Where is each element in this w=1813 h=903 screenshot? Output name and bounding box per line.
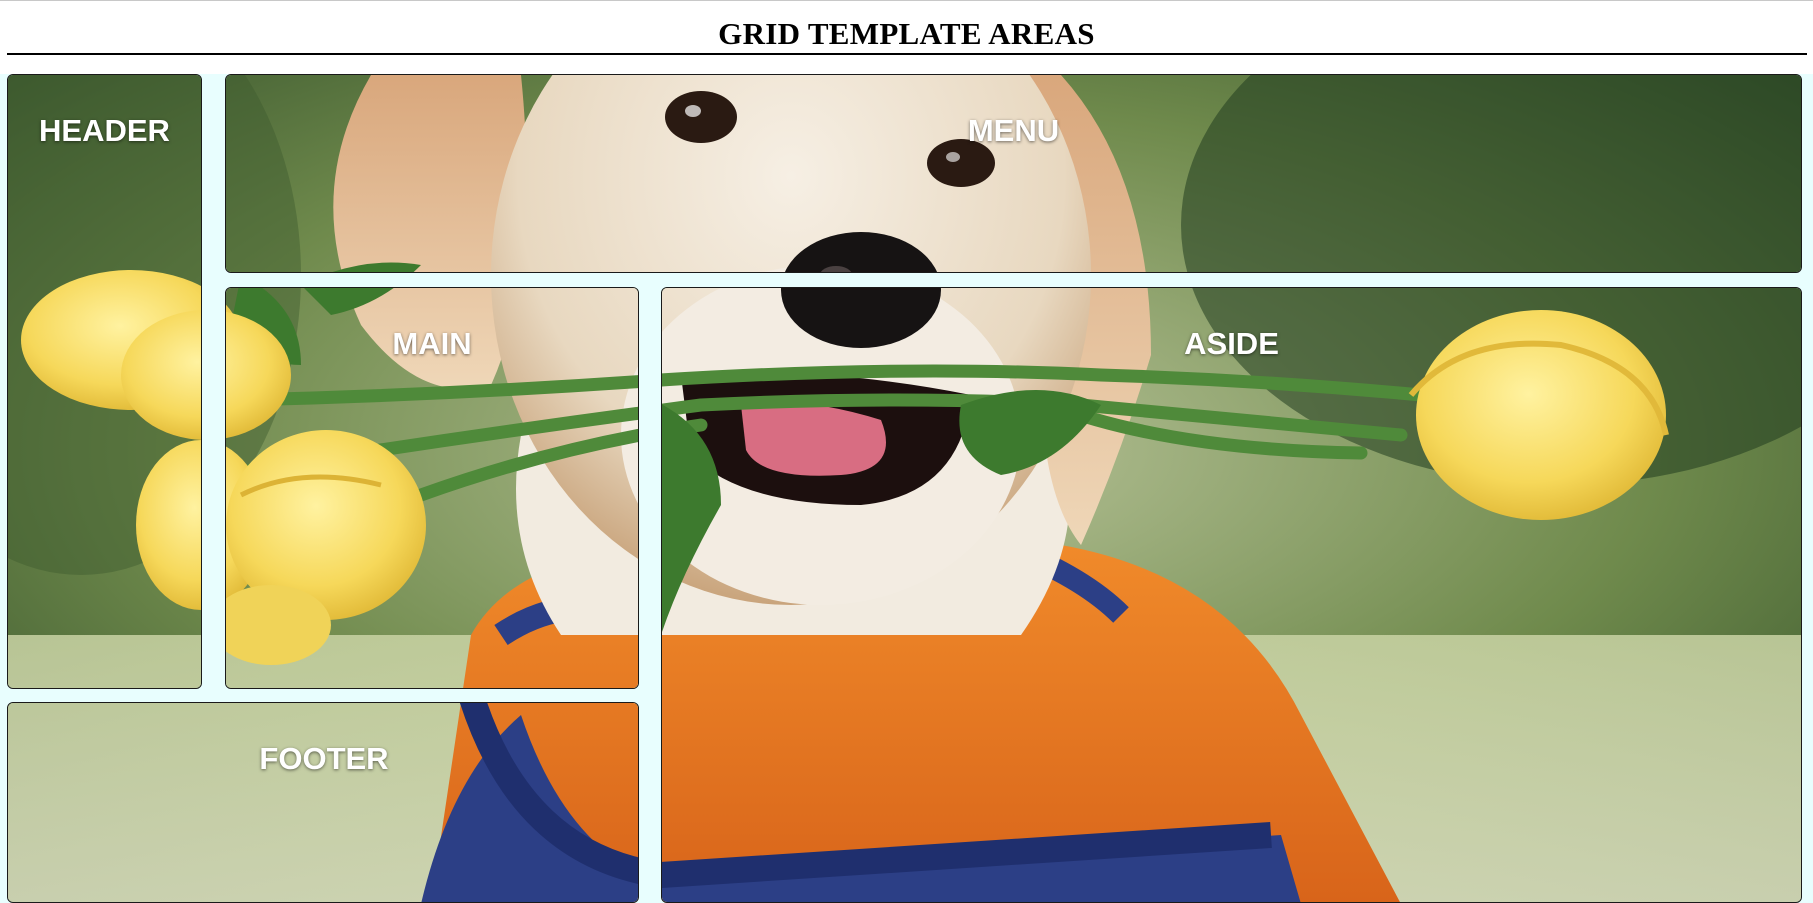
- menu-area: MENU: [225, 74, 1802, 273]
- grid-container: HEADER MENU MAIN ASIDE FOOTER: [0, 74, 1813, 903]
- header-area: HEADER: [7, 74, 202, 689]
- title-underline: [7, 53, 1807, 55]
- puppy-photo: [7, 75, 202, 689]
- aside-area: ASIDE: [661, 287, 1802, 903]
- puppy-photo: [661, 287, 1802, 903]
- header-label: HEADER: [39, 113, 170, 148]
- main-area: MAIN: [225, 287, 639, 689]
- menu-label: MENU: [967, 113, 1060, 148]
- footer-area: FOOTER: [7, 702, 639, 903]
- puppy-photo: [225, 75, 1802, 273]
- aside-label: ASIDE: [1184, 326, 1279, 361]
- footer-label: FOOTER: [259, 741, 389, 776]
- page-title: GRID TEMPLATE AREAS: [718, 16, 1095, 51]
- main-label: MAIN: [392, 326, 472, 361]
- top-rule: [0, 0, 1813, 1]
- puppy-photo: [7, 702, 639, 903]
